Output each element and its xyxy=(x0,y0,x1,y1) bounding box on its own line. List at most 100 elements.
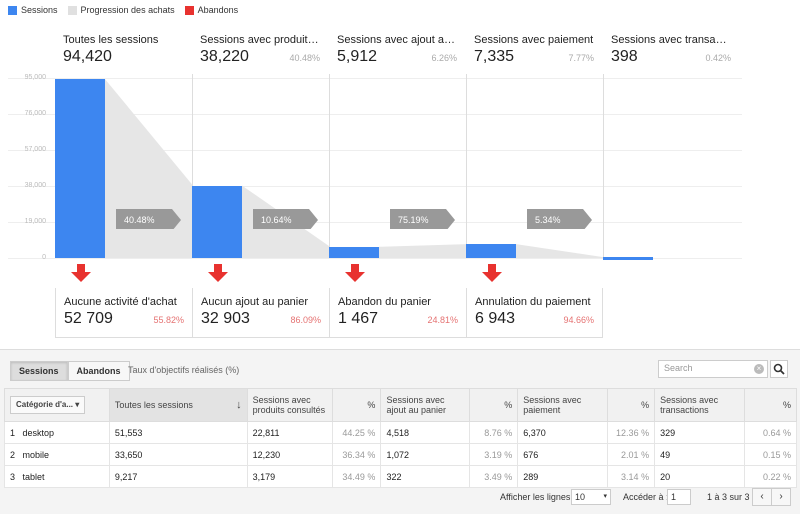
funnel-stage-header[interactable]: Sessions avec paiement 7,335 7.77% xyxy=(466,26,602,74)
column-header[interactable]: Sessions avec transactions xyxy=(654,388,745,422)
next-page-button[interactable]: › xyxy=(771,488,791,506)
table-cell: 3.49 % xyxy=(469,465,519,488)
search-button[interactable] xyxy=(770,360,788,378)
arrow-shape xyxy=(345,264,365,282)
stage-value: 398 xyxy=(611,48,638,65)
table-cell: 49 xyxy=(654,443,745,466)
dropoff-box[interactable]: Annulation du paiement 6 943 94.66% xyxy=(466,288,603,338)
stage-percent: 6.26% xyxy=(431,53,457,63)
table-cell: 20 xyxy=(654,465,745,488)
table-cell: 6,370 xyxy=(517,421,609,444)
tab-sessions[interactable]: Sessions xyxy=(10,361,68,381)
search-icon xyxy=(773,363,785,375)
legend-swatch xyxy=(184,5,194,15)
prev-page-button[interactable]: ‹ xyxy=(752,488,772,506)
tab-abandons[interactable]: Abandons xyxy=(67,361,130,381)
funnel-stage-header[interactable]: Sessions avec produits co... 38,220 40.48% xyxy=(192,26,328,74)
legend-item-progression[interactable]: Progression des achats xyxy=(67,5,175,15)
dropoff-title: Aucune activité d'achat xyxy=(64,296,177,308)
table-row[interactable]: 2 mobile 33,650 12,230 36.34 % 1,072 3.19 % 67… xyxy=(4,443,798,466)
stage-value: 5,912 xyxy=(337,48,378,65)
column-header[interactable]: Sessions avec produits consultés xyxy=(246,388,334,422)
dropoff-arrow-icon xyxy=(208,264,228,282)
table-panel: Sessions Abandons Taux d'objectifs réali… xyxy=(0,349,800,514)
funnel-bar[interactable] xyxy=(603,257,653,261)
stage-values: 38,220 40.48% xyxy=(200,48,320,66)
dropoff-percent: 55.82% xyxy=(153,315,184,325)
category-dropdown[interactable]: Catégorie d'a... ▾ xyxy=(10,396,86,414)
funnel-stage-header[interactable]: Sessions avec ajout au pa... 5,912 6.26% xyxy=(329,26,465,74)
pagination-range: 1 à 3 sur 3 xyxy=(707,492,750,502)
funnel-bar[interactable] xyxy=(55,79,105,258)
table-cell: 3,179 xyxy=(246,465,334,488)
data-table: Catégorie d'a... ▾ Toutes les sessions ↓… xyxy=(4,388,798,488)
chevron-down-icon: ▾ xyxy=(603,493,607,500)
stage-percent: 0.42% xyxy=(705,53,731,63)
funnel-stage-header[interactable]: Toutes les sessions 94,420 xyxy=(55,26,191,74)
table-cell: 0.15 % xyxy=(743,443,798,466)
dropoff-box[interactable]: Aucun ajout au panier 32 903 86.09% xyxy=(192,288,329,338)
table-cell: 44.25 % xyxy=(332,421,382,444)
column-header[interactable]: % xyxy=(607,388,656,422)
legend-item-sessions[interactable]: Sessions xyxy=(8,5,58,15)
rows-per-page-select[interactable]: 10 ▾ xyxy=(571,489,611,505)
table-cell: 3.14 % xyxy=(607,465,656,488)
chart-legend: Sessions Progression des achats Abandons xyxy=(8,3,238,17)
table-cell: 2.01 % xyxy=(607,443,656,466)
table-cell: 34.49 % xyxy=(332,465,382,488)
goto-label: Accéder à : xyxy=(623,492,669,502)
column-header[interactable]: % xyxy=(743,388,798,422)
chevron-left-icon: ‹ xyxy=(760,491,764,502)
dropoff-values: 6 943 94.66% xyxy=(475,310,594,328)
legend-swatch xyxy=(8,5,17,15)
column-header[interactable]: Sessions avec ajout au panier xyxy=(380,388,471,422)
table-footer: Afficher les lignes : 10 ▾ Accéder à : 1… xyxy=(0,488,800,510)
search-input[interactable]: Search xyxy=(658,360,768,378)
stage-values: 94,420 xyxy=(63,48,183,66)
table-cell: 289 xyxy=(517,465,609,488)
table-row[interactable]: 1 desktop 51,553 22,811 44.25 % 4,518 8.76 % 6… xyxy=(4,421,798,444)
column-header[interactable]: % xyxy=(332,388,382,422)
legend-label: Abandons xyxy=(197,5,239,15)
column-header[interactable]: Sessions avec paiement xyxy=(517,388,609,422)
category-dropdown-label: Catégorie d'a... xyxy=(16,400,74,409)
clear-icon[interactable]: × xyxy=(754,364,764,374)
conversion-rate-tag: 5.34% xyxy=(527,209,592,229)
dropoff-box[interactable]: Abandon du panier 1 467 24.81% xyxy=(329,288,466,338)
dropoff-value: 6 943 xyxy=(475,310,516,327)
dropoff-box[interactable]: Aucune activité d'achat 52 709 55.82% xyxy=(55,288,192,338)
column-header[interactable]: % xyxy=(469,388,519,422)
table-cell: 12.36 % xyxy=(607,421,656,444)
row-category[interactable]: 3 tablet xyxy=(4,465,110,488)
column-header[interactable]: Toutes les sessions ↓ xyxy=(108,388,248,422)
stage-value: 7,335 xyxy=(474,48,515,65)
table-header-row: Catégorie d'a... ▾ Toutes les sessions ↓… xyxy=(4,388,798,422)
funnel-bar[interactable] xyxy=(192,185,242,258)
dropoff-percent: 86.09% xyxy=(290,315,321,325)
goal-rate-link[interactable]: Taux d'objectifs réalisés (%) xyxy=(128,365,239,375)
stage-title: Sessions avec ajout au pa... xyxy=(337,34,457,46)
funnel-bar[interactable] xyxy=(466,244,516,258)
dropoff-values: 32 903 86.09% xyxy=(201,310,321,328)
conversion-rate-tag: 10.64% xyxy=(253,209,318,229)
legend-item-abandons[interactable]: Abandons xyxy=(184,5,239,15)
funnel-stage-header[interactable]: Sessions avec transactions 398 0.42% xyxy=(603,26,739,74)
row-category[interactable]: 2 mobile xyxy=(4,443,110,466)
table-cell: 8.76 % xyxy=(469,421,519,444)
table-row[interactable]: 3 tablet 9,217 3,179 34.49 % 322 3.49 % 289 3.1… xyxy=(4,465,798,488)
row-category[interactable]: 1 desktop xyxy=(4,421,110,444)
dropoff-title: Annulation du paiement xyxy=(475,296,591,308)
goto-page-input[interactable]: 1 xyxy=(667,489,691,505)
dropoff-title: Abandon du panier xyxy=(338,296,431,308)
stage-value: 38,220 xyxy=(200,48,249,65)
table-cell: 4,518 xyxy=(380,421,471,444)
funnel-bar[interactable] xyxy=(329,246,379,258)
dropoff-values: 1 467 24.81% xyxy=(338,310,458,328)
column-header-label: Toutes les sessions xyxy=(114,400,193,410)
stage-percent: 40.48% xyxy=(289,53,320,63)
stage-value: 94,420 xyxy=(63,48,112,65)
table-cell: 676 xyxy=(517,443,609,466)
rows-per-page-label: Afficher les lignes : xyxy=(500,492,576,502)
conversion-rate-tag: 40.48% xyxy=(116,209,181,229)
table-cell: 3.19 % xyxy=(469,443,519,466)
